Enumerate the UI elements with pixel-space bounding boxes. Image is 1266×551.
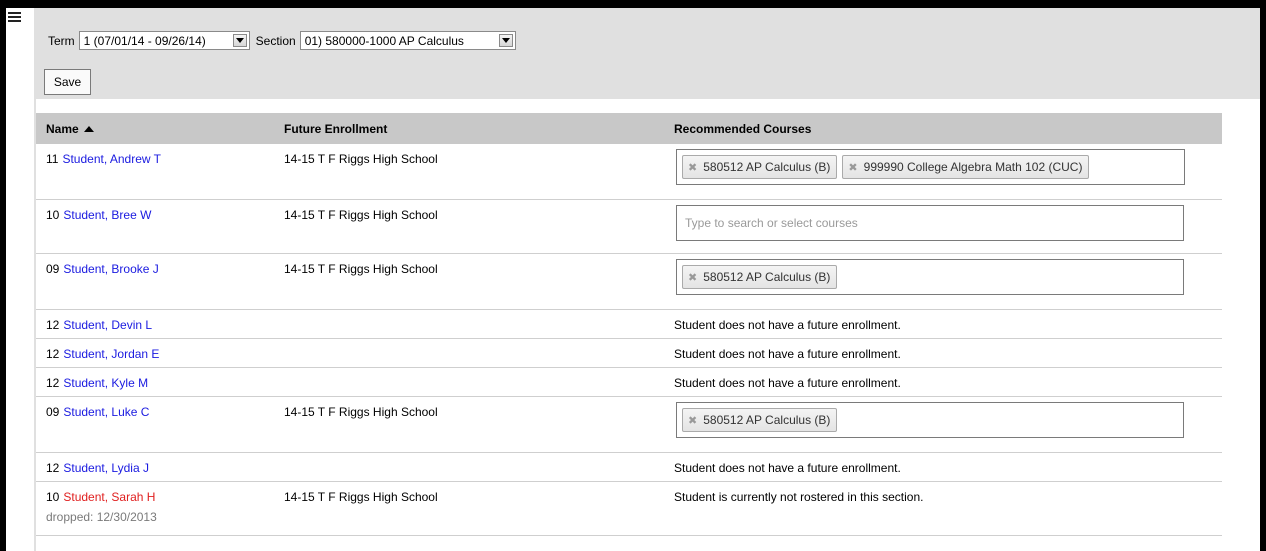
grade-level: 10 xyxy=(46,208,60,222)
sort-ascending-icon xyxy=(83,126,94,132)
status-message: Student does not have a future enrollmen… xyxy=(674,461,901,475)
student-name-cell: 09 Student, Luke C xyxy=(46,405,149,419)
table-row: 09 Student, Brooke J 14-15 T F Riggs High … xyxy=(36,254,1222,310)
student-name-cell: 11 Student, Andrew T xyxy=(46,152,161,166)
student-name-cell: 09 Student, Brooke J xyxy=(46,262,159,276)
student-name-link[interactable]: Student, Lydia J xyxy=(63,461,149,475)
term-label: Term xyxy=(48,33,75,48)
window-frame-right xyxy=(1260,0,1266,551)
section-label: Section xyxy=(255,33,296,48)
student-name-cell: 12 Student, Lydia J xyxy=(46,461,149,475)
column-header-recommended-courses[interactable]: Recommended Courses xyxy=(674,122,811,136)
grade-level: 12 xyxy=(46,318,60,332)
table-row: 11 Student, Andrew T 14-15 T F Riggs High … xyxy=(36,144,1222,200)
grade-level: 11 xyxy=(46,152,59,166)
table-row: 12 Student, Devin L Student does not have … xyxy=(36,310,1222,339)
table-row: 09 Student, Luke C 14-15 T F Riggs High Sc… xyxy=(36,397,1222,453)
grade-level: 12 xyxy=(46,376,60,390)
course-selector[interactable]: ✖ 580512 AP Calculus (B) xyxy=(676,259,1184,295)
student-name-cell: 10 Student, Sarah H xyxy=(46,490,155,504)
course-tag-label: 580512 AP Calculus (B) xyxy=(703,413,831,427)
section-select-value: 01) 580000-1000 AP Calculus xyxy=(304,33,464,48)
term-select-value: 1 (07/01/14 - 09/26/14) xyxy=(83,33,206,48)
student-name-cell: 12 Student, Jordan E xyxy=(46,347,159,361)
course-selector[interactable]: ✖ 580512 AP Calculus (B) xyxy=(676,402,1184,438)
dropdown-arrow-icon[interactable] xyxy=(232,34,247,47)
grade-level: 09 xyxy=(46,405,60,419)
filter-bar: Term 1 (07/01/14 - 09/26/14) Section 01)… xyxy=(48,31,522,50)
course-selector[interactable]: Type to search or select courses xyxy=(676,205,1184,241)
remove-tag-icon[interactable]: ✖ xyxy=(848,161,857,174)
remove-tag-icon[interactable]: ✖ xyxy=(688,271,697,284)
student-name-link[interactable]: Student, Andrew T xyxy=(62,152,161,166)
table-row: 12 Student, Kyle M Student does not have a… xyxy=(36,368,1222,397)
table-header: Name Future Enrollment Recommended Cours… xyxy=(36,113,1222,144)
student-name-cell: 12 Student, Devin L xyxy=(46,318,152,332)
window-frame-left xyxy=(0,0,6,551)
student-name-link[interactable]: Student, Sarah H xyxy=(63,490,155,504)
status-message: Student does not have a future enrollmen… xyxy=(674,376,901,390)
remove-tag-icon[interactable]: ✖ xyxy=(688,161,697,174)
roster-table: Name Future Enrollment Recommended Cours… xyxy=(36,99,1260,551)
table-row: 12 Student, Lydia J Student does not have … xyxy=(36,453,1222,482)
section-select[interactable]: 01) 580000-1000 AP Calculus xyxy=(299,31,516,50)
student-name-link[interactable]: Student, Kyle M xyxy=(63,376,148,390)
course-tag-label: 999990 College Algebra Math 102 (CUC) xyxy=(863,160,1083,174)
student-name-link[interactable]: Student, Brooke J xyxy=(63,262,158,276)
window-frame-top xyxy=(0,0,1266,8)
save-button[interactable]: Save xyxy=(44,69,91,95)
future-enrollment: 14-15 T F Riggs High School xyxy=(284,208,438,222)
student-name-cell: 10 Student, Bree W xyxy=(46,208,151,222)
term-select[interactable]: 1 (07/01/14 - 09/26/14) xyxy=(78,31,250,50)
hamburger-menu-icon[interactable] xyxy=(8,12,24,28)
remove-tag-icon[interactable]: ✖ xyxy=(688,414,697,427)
course-tag-label: 580512 AP Calculus (B) xyxy=(703,160,831,174)
table-row: 10 Student, Bree W 14-15 T F Riggs High Sc… xyxy=(36,200,1222,254)
student-name-link[interactable]: Student, Luke C xyxy=(63,405,149,419)
dropped-date: dropped: 12/30/2013 xyxy=(46,510,157,524)
grade-level: 12 xyxy=(46,461,60,475)
status-message: Student does not have a future enrollmen… xyxy=(674,347,901,361)
grade-level: 10 xyxy=(46,490,60,504)
future-enrollment: 14-15 T F Riggs High School xyxy=(284,262,438,276)
table-row: 12 Student, Jordan E Student does not have… xyxy=(36,339,1222,368)
table-row: 10 Student, Sarah H dropped: 12/30/2013 14-… xyxy=(36,482,1222,536)
course-tag-label: 580512 AP Calculus (B) xyxy=(703,270,831,284)
future-enrollment: 14-15 T F Riggs High School xyxy=(284,152,438,166)
column-header-name[interactable]: Name xyxy=(46,122,94,136)
course-selector[interactable]: ✖ 580512 AP Calculus (B) ✖ 999990 College A… xyxy=(676,149,1185,185)
course-tag: ✖ 580512 AP Calculus (B) xyxy=(682,408,838,432)
future-enrollment: 14-15 T F Riggs High School xyxy=(284,490,438,504)
student-name-link[interactable]: Student, Devin L xyxy=(63,318,152,332)
course-tag: ✖ 580512 AP Calculus (B) xyxy=(682,155,838,179)
future-enrollment: 14-15 T F Riggs High School xyxy=(284,405,438,419)
grade-level: 12 xyxy=(46,347,60,361)
student-name-link[interactable]: Student, Bree W xyxy=(63,208,151,222)
course-tag: ✖ 999990 College Algebra Math 102 (CUC) xyxy=(842,155,1090,179)
status-message: Student is currently not rostered in thi… xyxy=(674,490,924,504)
grade-level: 09 xyxy=(46,262,60,276)
course-search-placeholder: Type to search or select courses xyxy=(685,216,858,230)
status-message: Student does not have a future enrollmen… xyxy=(674,318,901,332)
student-name-link[interactable]: Student, Jordan E xyxy=(63,347,159,361)
student-name-cell: 12 Student, Kyle M xyxy=(46,376,148,390)
column-header-future-enrollment[interactable]: Future Enrollment xyxy=(284,122,387,136)
course-tag: ✖ 580512 AP Calculus (B) xyxy=(682,265,838,289)
dropdown-arrow-icon[interactable] xyxy=(498,34,513,47)
